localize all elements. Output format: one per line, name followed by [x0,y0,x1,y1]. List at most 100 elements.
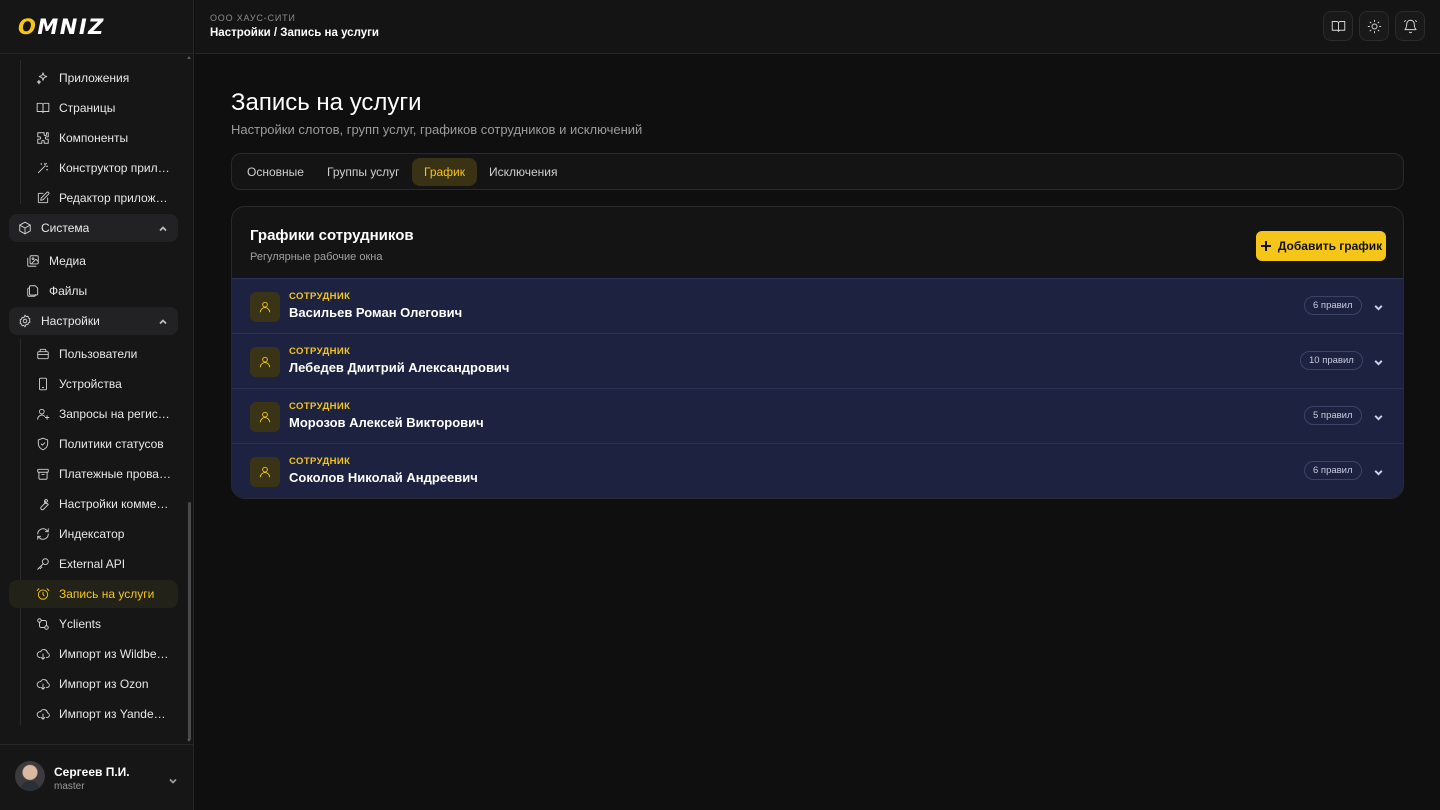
employee-kind: СОТРУДНИК [289,456,351,467]
docs-button[interactable] [1323,11,1353,41]
rules-count-badge: 6 правил [1304,296,1362,315]
scroll-down-arrow[interactable] [187,739,191,742]
employee-row[interactable]: СОТРУДНИК Соколов Николай Андреевич 6 пр… [232,443,1403,498]
notifications-button[interactable] [1395,11,1425,41]
files-icon [26,284,40,298]
sidebar-item-import-wildberries[interactable]: Импорт из Wildberries [28,640,178,668]
tree-guide-line [20,60,21,204]
users-icon [36,347,50,361]
cloud-download-icon [36,647,50,661]
tab-bar: Основные Группы услуг График Исключения [231,153,1404,190]
sidebar-item-apps[interactable]: Приложения [28,64,178,92]
cube-icon [18,221,32,235]
user-icon [250,292,280,322]
sidebar-item-payment-providers[interactable]: Платежные провайдеры [28,460,178,488]
user-icon [250,457,280,487]
cloud-download-icon [36,707,50,721]
tab-exceptions[interactable]: Исключения [477,158,570,186]
employee-row[interactable]: СОТРУДНИК Морозов Алексей Викторович 5 п… [232,388,1403,443]
sidebar-item-app-builder[interactable]: Конструктор приложений [28,154,178,182]
shield-icon [36,437,50,451]
card-title: Графики сотрудников [250,227,414,244]
gear-icon [18,314,32,328]
images-icon [26,254,40,268]
sidebar-item-indexer[interactable]: Индексатор [28,520,178,548]
page-subtitle: Настройки слотов, групп услуг, графиков … [231,122,643,137]
plus-icon [1260,241,1271,251]
sidebar-item-pages[interactable]: Страницы [28,94,178,122]
theme-toggle-button[interactable] [1359,11,1389,41]
sidebar-item-registration-requests[interactable]: Запросы на регистрацию [28,400,178,428]
add-schedule-button[interactable]: Добавить график [1256,231,1386,261]
tab-service-groups[interactable]: Группы услуг [315,158,412,186]
chevron-up-icon [158,316,168,326]
swap-icon [36,617,50,631]
chevron-down-icon[interactable] [1373,355,1384,366]
puzzle-icon [36,131,50,145]
chevron-down-icon[interactable] [1373,300,1384,311]
employee-name: Лебедев Дмитрий Александрович [289,360,510,375]
user-menu[interactable]: Сергеев П.И. master [0,744,194,810]
sidebar-item-import-yandex[interactable]: Импорт из Yandex Market [28,700,178,728]
employee-schedules-card: Графики сотрудников Регулярные рабочие о… [231,206,1404,499]
employee-row[interactable]: СОТРУДНИК Лебедев Дмитрий Александрович … [232,333,1403,388]
avatar [15,761,45,791]
organization-name: ООО ХАУС-СИТИ [210,13,296,23]
sidebar-item-status-policies[interactable]: Политики статусов [28,430,178,458]
book-open-icon [1331,20,1345,32]
employee-kind: СОТРУДНИК [289,346,351,357]
card-subtitle: Регулярные рабочие окна [250,251,383,263]
user-role: master [54,781,85,792]
sidebar-item-files[interactable]: Файлы [18,277,178,305]
sidebar-item-app-editor[interactable]: Редактор приложений [28,184,178,212]
chevron-down-icon[interactable] [168,773,178,784]
book-icon [36,101,50,115]
page-title: Запись на услуги [231,89,422,116]
edit-icon [36,191,50,205]
chevron-down-icon[interactable] [1373,465,1384,476]
sidebar-item-service-booking[interactable]: Запись на услуги [9,580,178,608]
user-plus-icon [36,407,50,421]
smartphone-icon [36,377,50,391]
rules-count-badge: 6 правил [1304,461,1362,480]
sidebar-item-devices[interactable]: Устройства [28,370,178,398]
rules-count-badge: 10 правил [1300,351,1363,370]
user-icon [250,347,280,377]
sidebar-item-yclients[interactable]: Yclients [28,610,178,638]
sidebar-item-components[interactable]: Компоненты [28,124,178,152]
sidebar-group-system[interactable]: Система [9,214,178,242]
sparkles-icon [36,71,50,85]
key-icon [36,557,50,571]
rules-count-badge: 5 правил [1304,406,1362,425]
employee-name: Морозов Алексей Викторович [289,415,484,430]
employee-kind: СОТРУДНИК [289,291,351,302]
employee-name: Васильев Роман Олегович [289,305,463,320]
sidebar-item-media[interactable]: Медиа [18,247,178,275]
bell-icon [1403,19,1417,33]
employee-row[interactable]: СОТРУДНИК Васильев Роман Олегович 6 прав… [232,278,1403,333]
sidebar-item-commerce-settings[interactable]: Настройки коммерции [28,490,178,518]
tab-general[interactable]: Основные [235,158,316,186]
cloud-download-icon [36,677,50,691]
refresh-icon [36,527,50,541]
app-logo[interactable]: OMNIZ [18,15,105,39]
sidebar: OMNIZ Приложения Страницы Компоненты Кон… [0,0,194,810]
sidebar-nav[interactable]: Приложения Страницы Компоненты Конструкт… [0,54,194,744]
tab-schedule[interactable]: График [412,158,477,186]
breadcrumb: Настройки / Запись на услуги [210,27,379,39]
sun-icon [1367,19,1381,33]
employee-kind: СОТРУДНИК [289,401,351,412]
user-icon [250,402,280,432]
chevron-down-icon[interactable] [1373,410,1384,421]
magic-wand-icon [36,161,50,175]
logo-area: OMNIZ [0,0,193,54]
sidebar-item-users[interactable]: Пользователи [28,340,178,368]
sidebar-item-external-api[interactable]: External API [28,550,178,578]
sidebar-item-import-ozon[interactable]: Импорт из Ozon [28,670,178,698]
top-header: ООО ХАУС-СИТИ Настройки / Запись на услу… [195,0,1440,54]
sidebar-group-settings[interactable]: Настройки [9,307,178,335]
archive-icon [36,467,50,481]
tree-guide-line [20,338,21,726]
scroll-up-arrow[interactable] [187,56,191,59]
sidebar-scrollbar[interactable] [188,502,191,740]
